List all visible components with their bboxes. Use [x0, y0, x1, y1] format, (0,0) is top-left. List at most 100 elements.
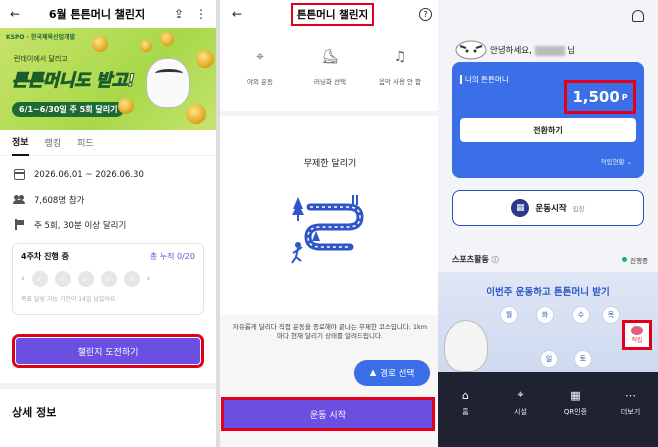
info-participants: 7,608명 참가	[0, 187, 216, 212]
status-dot-icon	[622, 257, 628, 262]
convert-button[interactable]: 전환하기	[460, 118, 636, 142]
card-label-text: 나의 튼튼머니	[465, 75, 509, 84]
coin-illustration	[186, 104, 206, 124]
chevron-down-icon: ⌄	[626, 158, 632, 166]
points-unit: P	[621, 92, 628, 102]
qr-code-icon: ▦	[570, 388, 581, 402]
run-setup-screen: ← 튼튼머니 챌린지 ? ⌖ 야외 운동 ⛸ 러닝화 선택 ♫ 음악 사용 안 …	[220, 0, 440, 447]
day-wed: 수	[572, 306, 590, 324]
option-shoe[interactable]: ⛸ 러닝화 선택	[300, 46, 360, 111]
option-label: 야외 운동	[247, 78, 273, 86]
sports-activity-title: 스포츠활동 ⓘ	[452, 254, 499, 265]
info-icon[interactable]: ⓘ	[492, 256, 499, 264]
detail-heading: 상세 정보	[12, 406, 57, 419]
bear-mascot-illustration	[444, 320, 488, 372]
weekly-activity-area: 이번주 운동하고 튼튼머니 받기 월 화 수 목 일 토 적립	[438, 272, 658, 372]
share-icon[interactable]: ⇪	[170, 5, 188, 23]
nav-facilities[interactable]: ⌖ 시설	[501, 388, 541, 447]
progress-check-icon: ✓	[123, 271, 140, 287]
paw-icon	[631, 326, 643, 335]
location-pin-icon: ⌖	[256, 49, 264, 65]
tab-bar: 정보 랭킹 피드	[0, 130, 216, 156]
goal-text: 주 5회, 30분 이상 달리기	[34, 220, 127, 231]
greeting: 안녕하세요, 님	[490, 44, 575, 56]
music-note-icon: ♫	[393, 49, 407, 65]
day-mon: 월	[500, 306, 518, 324]
banner-subtitle: 런데이에서 달리고	[14, 55, 68, 63]
challenge-banner: KSPO · 한국체육산업개발 런데이에서 달리고 튼튼머니도 받고! 6/1~…	[0, 28, 216, 130]
mode-description: 자유롭게 달리다 직접 운동을 종료해야 끝나는 무제한 코스입니다. 1km마…	[232, 323, 428, 340]
flag-icon	[14, 219, 25, 230]
option-outdoor[interactable]: ⌖ 야외 운동	[230, 46, 290, 111]
progress-check-icon: ✓	[54, 271, 71, 287]
accumulation-status-label: 적립현황	[600, 158, 625, 166]
day-sat: 토	[574, 350, 592, 368]
tab-info[interactable]: 정보	[12, 129, 29, 156]
select-route-button[interactable]: ▲ 경로 선택	[354, 360, 430, 386]
calendar-icon	[14, 169, 25, 180]
header: ← 6월 튼튼머니 챌린지 ⇪ ⋮	[0, 0, 216, 28]
greeting-suffix: 님	[567, 46, 576, 56]
earn-stamp-button[interactable]: 적립	[622, 320, 652, 350]
weekly-progress-card: 4주차 진행 중 총 누적 0/20 ‹ ✓ ✓ ✓ ✓ ✓ › 목표 달성 가…	[12, 243, 204, 315]
chevron-right-icon[interactable]: ›	[147, 274, 151, 284]
info-goal: 주 5회, 30분 이상 달리기	[0, 212, 216, 237]
mode-description-panel: 자유롭게 달리다 직접 운동을 종료해야 끝나는 무제한 코스입니다. 1km마…	[220, 315, 440, 447]
mode-title: 무제한 달리기	[303, 159, 357, 169]
label-bar	[460, 75, 462, 84]
nav-label: QR인증	[563, 408, 588, 416]
option-label: 음악 사용 안 함	[378, 78, 422, 86]
nav-home[interactable]: ⌂ 홈	[446, 388, 486, 447]
day-sun: 일	[540, 350, 558, 368]
challenge-info-screen: ← 6월 튼튼머니 챌린지 ⇪ ⋮ KSPO · 한국체육산업개발 런데이에서 …	[0, 0, 216, 447]
period-text: 2026.06.01 ~ 2026.06.30	[34, 169, 144, 180]
day-tue: 화	[536, 306, 554, 324]
sponsor-logos: KSPO · 한국체육산업개발	[6, 34, 76, 41]
people-icon	[13, 194, 25, 205]
page-title: 튼튼머니 챌린지	[290, 2, 375, 26]
coin-illustration	[92, 36, 108, 52]
option-label: 러닝화 선택	[314, 78, 346, 86]
banner-period-pill: 6/1~6/30일 주 5회 달리기	[12, 102, 125, 117]
divider	[0, 383, 216, 389]
qr-code-icon: ▦	[511, 199, 530, 217]
money-card: 나의 튼튼머니 1,500 P 전환하기 적립현황 ⌄	[452, 62, 644, 178]
coin-illustration	[118, 98, 134, 114]
day-thu: 목	[602, 306, 620, 324]
tab-ranking[interactable]: 랭킹	[45, 130, 62, 155]
status-badge: 진행중	[622, 254, 648, 265]
start-workout-button[interactable]: 운동 시작	[221, 397, 435, 431]
sports-activity-label: 스포츠활동	[452, 255, 489, 264]
coin-illustration	[140, 40, 152, 52]
nav-more[interactable]: ⋯ 더보기	[611, 388, 651, 447]
accumulation-status-link[interactable]: 적립현황 ⌄	[601, 156, 632, 166]
run-options: ⌖ 야외 운동 ⛸ 러닝화 선택 ♫ 음악 사용 안 함	[220, 28, 440, 116]
nav-label: 시설	[514, 408, 527, 416]
tiger-mascot-icon	[455, 40, 487, 60]
tab-feed[interactable]: 피드	[77, 130, 94, 155]
back-arrow-icon[interactable]: ←	[6, 5, 24, 23]
masked-username	[534, 45, 565, 56]
nav-qr-verify[interactable]: ▦ QR인증	[556, 388, 596, 447]
back-arrow-icon[interactable]: ←	[228, 5, 246, 23]
chevron-left-icon[interactable]: ‹	[21, 274, 25, 284]
coin-illustration	[196, 50, 214, 68]
cumulative-count: 총 누적 0/20	[149, 252, 195, 261]
navigation-arrow-icon: ▲	[369, 368, 377, 378]
bell-icon[interactable]	[632, 10, 644, 22]
help-icon[interactable]: ?	[419, 7, 432, 21]
more-dots-icon: ⋯	[625, 388, 636, 402]
start-exercise-button[interactable]: ▦ 운동시작 입장	[452, 190, 644, 226]
card-label: 나의 튼튼머니	[460, 74, 509, 85]
points-balance: 1,500 P	[564, 80, 636, 114]
option-music[interactable]: ♫ 음악 사용 안 함	[370, 46, 430, 111]
join-challenge-button[interactable]: 챌린지 도전하기	[12, 334, 204, 368]
progress-check-icon: ✓	[31, 271, 48, 287]
running-shoe-icon: ⛸	[321, 49, 339, 65]
page-title: 6월 튼튼머니 챌린지	[48, 8, 146, 21]
more-vertical-icon[interactable]: ⋮	[192, 5, 210, 23]
start-exercise-sub: 입장	[572, 205, 585, 213]
location-pin-icon: ⌖	[517, 388, 524, 401]
tiger-mascot-illustration	[146, 58, 190, 108]
progress-check-icon: ✓	[77, 271, 94, 287]
